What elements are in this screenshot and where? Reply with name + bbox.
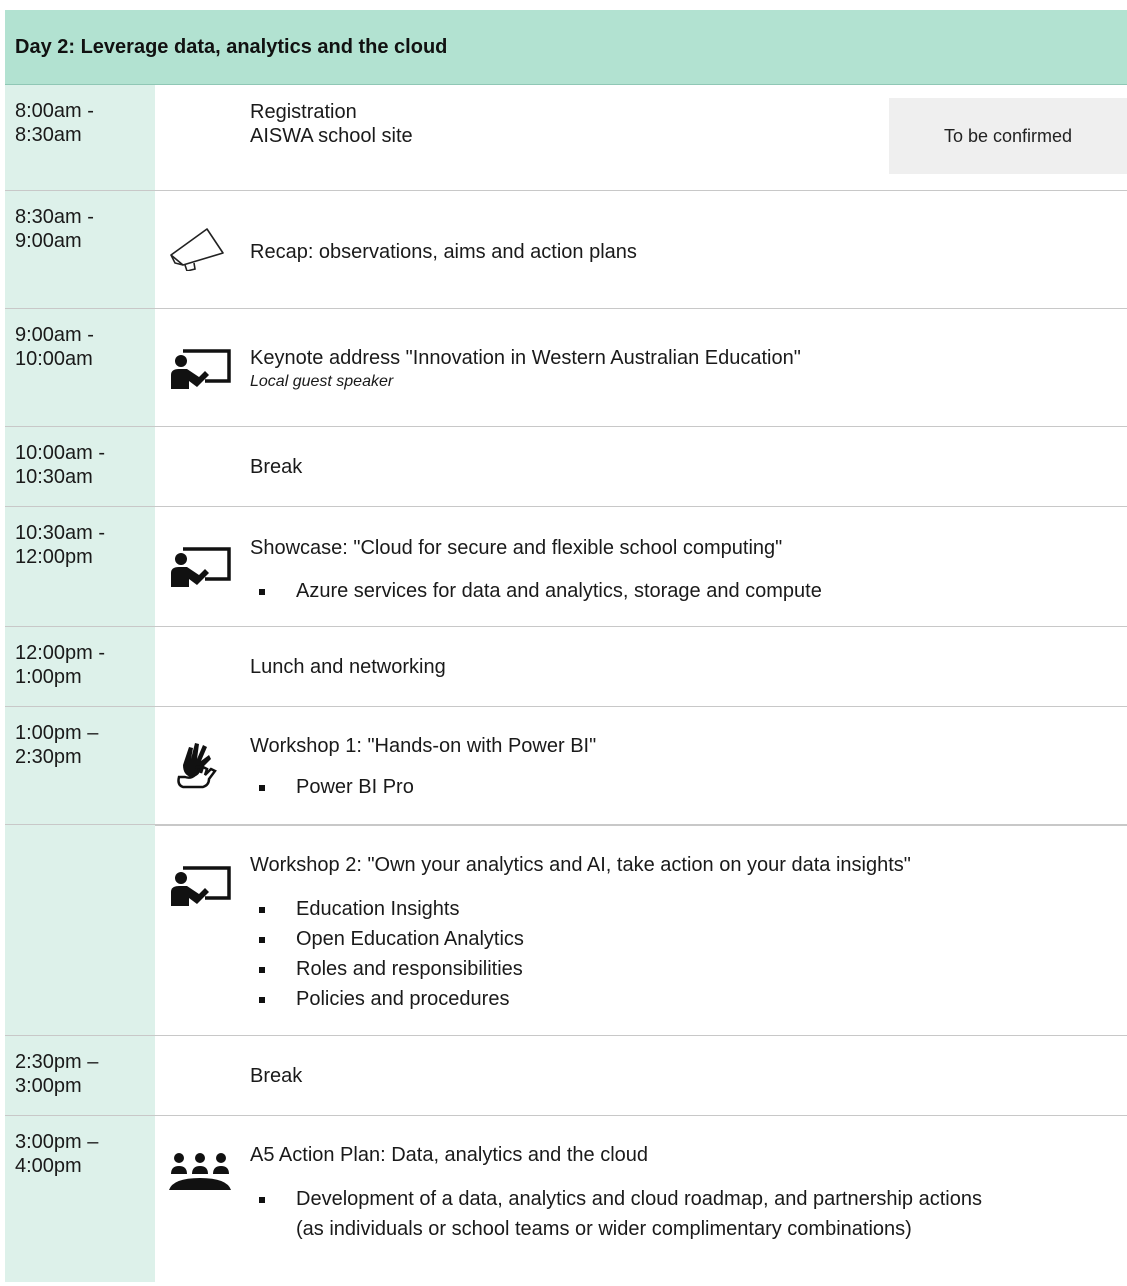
- presenter-board-icon: [171, 349, 231, 389]
- time-cell: 1:00pm – 2:30pm: [5, 707, 155, 824]
- agenda-row-break-2: 2:30pm – 3:00pm Break: [5, 1036, 1127, 1116]
- bullet-list: Azure services for data and analytics, s…: [250, 576, 822, 606]
- session-block: Keynote address "Innovation in Western A…: [250, 346, 801, 394]
- content-cell: Recap: observations, aims and action pla…: [250, 191, 1127, 308]
- session-title: Break: [250, 1065, 303, 1087]
- time-label: 3:00pm – 4:00pm: [15, 1131, 99, 1177]
- speaker-note: Local guest speaker: [250, 373, 394, 390]
- time-cell: 12:00pm - 1:00pm: [5, 627, 155, 706]
- time-label: 2:30pm – 3:00pm: [15, 1051, 99, 1097]
- presenter-board-icon: [171, 547, 231, 587]
- agenda-row-showcase: 10:30am - 12:00pm Showcase: "Cloud for s…: [5, 507, 1127, 627]
- presenter-board-icon: [171, 866, 231, 906]
- content-cell: Lunch and networking: [250, 627, 1127, 706]
- icon-cell: [155, 1116, 250, 1282]
- status-badge: To be confirmed: [889, 98, 1127, 174]
- agenda-row-keynote: 9:00am - 10:00am Keynote address "Innova…: [5, 309, 1127, 427]
- agenda-row-workshop-2: Workshop 2: "Own your analytics and AI, …: [5, 825, 1127, 1036]
- session-title: Keynote address "Innovation in Western A…: [250, 347, 801, 369]
- bullet-list: Development of a data, analytics and clo…: [250, 1184, 1010, 1244]
- icon-cell: [155, 1036, 250, 1115]
- agenda-row-workshop-1: 1:00pm – 2:30pm Workshop 1: "Hands-on wi…: [5, 707, 1127, 825]
- agenda-row-recap: 8:30am - 9:00am Recap: observations, aim…: [5, 191, 1127, 309]
- content-cell: Break: [250, 1036, 1127, 1115]
- session-title: Workshop 2: "Own your analytics and AI, …: [250, 854, 911, 876]
- session-title: Break: [250, 456, 303, 478]
- session-title: A5 Action Plan: Data, analytics and the …: [250, 1144, 649, 1166]
- time-label: 9:00am - 10:00am: [15, 324, 94, 370]
- time-cell: 3:00pm – 4:00pm: [5, 1116, 155, 1282]
- bullet-list: Power BI Pro: [250, 772, 414, 802]
- list-item: Roles and responsibilities: [250, 954, 524, 984]
- icon-cell: [155, 85, 250, 190]
- session-title: Lunch and networking: [250, 656, 446, 678]
- time-cell: 2:30pm – 3:00pm: [5, 1036, 155, 1115]
- content-cell: Registration AISWA school site To be con…: [250, 85, 1127, 190]
- icon-cell: [155, 627, 250, 706]
- list-item: Education Insights: [250, 894, 524, 924]
- content-cell: Workshop 2: "Own your analytics and AI, …: [250, 825, 1127, 1035]
- list-item: Azure services for data and analytics, s…: [250, 576, 822, 606]
- content-cell: Workshop 1: "Hands-on with Power BI" Pow…: [250, 707, 1127, 824]
- icon-cell: [155, 507, 250, 626]
- session-location: AISWA school site: [250, 125, 413, 147]
- session-title: Showcase: "Cloud for secure and flexible…: [250, 537, 783, 559]
- list-item: Policies and procedures: [250, 984, 524, 1014]
- icon-cell: [155, 427, 250, 506]
- time-label: 1:00pm – 2:30pm: [15, 722, 99, 768]
- time-cell: [5, 825, 155, 1035]
- time-cell: 8:30am - 9:00am: [5, 191, 155, 308]
- time-cell: 8:00am - 8:30am: [5, 85, 155, 190]
- hands-on-icon: [177, 743, 217, 789]
- content-cell: Keynote address "Innovation in Western A…: [250, 309, 1127, 426]
- bullet-list: Education Insights Open Education Analyt…: [250, 894, 524, 1014]
- content-cell: Showcase: "Cloud for secure and flexible…: [250, 507, 1127, 626]
- list-item: Development of a data, analytics and clo…: [250, 1184, 1010, 1244]
- megaphone-icon: [170, 228, 224, 271]
- session-title: Registration: [250, 101, 357, 123]
- time-label: 12:00pm - 1:00pm: [15, 642, 106, 688]
- list-item: Power BI Pro: [250, 772, 414, 802]
- agenda-row-action-plan: 3:00pm – 4:00pm A5 Action Plan: Data, an…: [5, 1116, 1127, 1282]
- content-cell: A5 Action Plan: Data, analytics and the …: [250, 1116, 1127, 1282]
- icon-cell: [155, 309, 250, 426]
- agenda-row-registration: 8:00am - 8:30am Registration AISWA schoo…: [5, 85, 1127, 191]
- time-label: 10:00am - 10:30am: [15, 442, 106, 488]
- time-label: 8:30am - 9:00am: [15, 206, 94, 252]
- agenda-row-lunch: 12:00pm - 1:00pm Lunch and networking: [5, 627, 1127, 707]
- time-label: 8:00am - 8:30am: [15, 100, 94, 146]
- time-cell: 10:30am - 12:00pm: [5, 507, 155, 626]
- time-cell: 9:00am - 10:00am: [5, 309, 155, 426]
- agenda-header: Day 2: Leverage data, analytics and the …: [5, 10, 1127, 85]
- group-meeting-icon: [169, 1153, 231, 1190]
- icon-cell: [155, 707, 250, 824]
- session-title: Recap: observations, aims and action pla…: [250, 241, 637, 263]
- icon-cell: [155, 191, 250, 308]
- time-cell: 10:00am - 10:30am: [5, 427, 155, 506]
- agenda-table: Day 2: Leverage data, analytics and the …: [5, 10, 1127, 1282]
- icon-cell: [155, 825, 250, 1035]
- session-block: Registration AISWA school site: [250, 100, 413, 148]
- list-item: Open Education Analytics: [250, 924, 524, 954]
- agenda-row-break: 10:00am - 10:30am Break: [5, 427, 1127, 507]
- session-title: Workshop 1: "Hands-on with Power BI": [250, 735, 597, 757]
- time-label: 10:30am - 12:00pm: [15, 522, 106, 568]
- content-cell: Break: [250, 427, 1127, 506]
